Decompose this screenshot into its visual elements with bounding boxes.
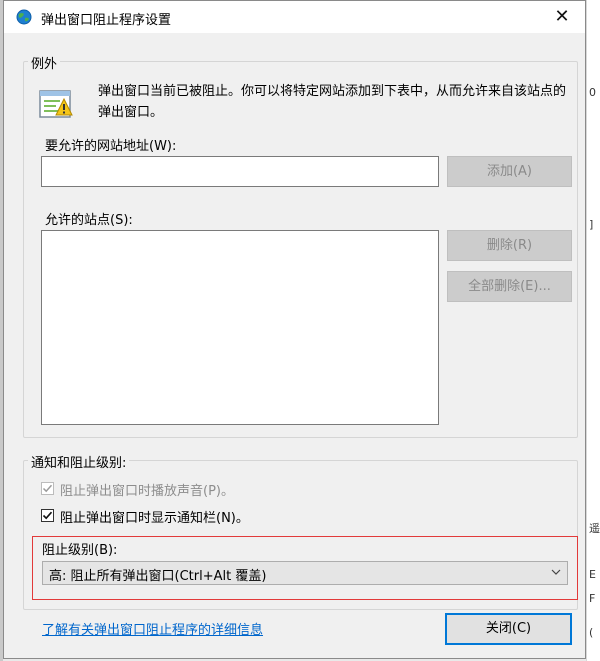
background-text: ] bbox=[589, 218, 594, 231]
notifications-legend: 通知和阻止级别: bbox=[28, 452, 130, 471]
show-notification-bar-label: 阻止弹出窗口时显示通知栏(N)。 bbox=[60, 511, 249, 526]
window-title: 弹出窗口阻止程序设置 bbox=[41, 13, 172, 28]
ie-globe-icon bbox=[16, 9, 32, 25]
background-window-right bbox=[586, 0, 600, 661]
address-label: 要允许的网站地址(W): bbox=[45, 139, 177, 154]
exceptions-legend: 例外 bbox=[28, 53, 61, 72]
background-text: E bbox=[589, 568, 596, 581]
blocking-level-select[interactable]: 高: 阻止所有弹出窗口(Ctrl+Alt 覆盖) bbox=[42, 561, 568, 585]
show-notification-bar-checkbox[interactable] bbox=[41, 509, 54, 522]
background-text: 0 bbox=[589, 86, 596, 99]
learn-more-link[interactable]: 了解有关弹出窗口阻止程序的详细信息 bbox=[42, 619, 263, 638]
play-sound-option[interactable]: 阻止弹出窗口时播放声音(P)。 bbox=[41, 480, 341, 499]
blocking-level-label: 阻止级别(B): bbox=[42, 543, 118, 558]
allowed-sites-label: 允许的站点(S): bbox=[45, 213, 133, 228]
remove-button[interactable]: 删除(R) bbox=[447, 230, 572, 261]
popup-blocked-icon bbox=[38, 85, 76, 123]
title-bar[interactable]: 弹出窗口阻止程序设置 ✕ bbox=[4, 1, 585, 33]
blocking-level-value: 高: 阻止所有弹出窗口(Ctrl+Alt 覆盖) bbox=[49, 569, 267, 584]
close-icon[interactable]: ✕ bbox=[539, 1, 585, 33]
chevron-down-icon bbox=[551, 565, 561, 582]
show-notification-bar-option[interactable]: 阻止弹出窗口时显示通知栏(N)。 bbox=[41, 507, 341, 526]
checkmark-icon bbox=[42, 484, 53, 493]
background-text: F bbox=[589, 592, 596, 605]
background-text: ( bbox=[589, 626, 594, 639]
exceptions-description: 弹出窗口当前已被阻止。你可以将特定网站添加到下表中，从而允许来自该站点的弹出窗口… bbox=[98, 84, 567, 120]
remove-all-button[interactable]: 全部删除(E)... bbox=[447, 271, 572, 302]
checkmark-icon bbox=[42, 511, 53, 520]
allowed-sites-list[interactable] bbox=[41, 230, 439, 425]
website-address-input[interactable] bbox=[41, 156, 439, 187]
close-button[interactable]: 关闭(C) bbox=[445, 613, 572, 645]
popup-blocker-dialog: 弹出窗口阻止程序设置 ✕ 例外 弹出窗口当前已被阻止。你可以将特定网站添加到下表… bbox=[3, 0, 586, 659]
add-button[interactable]: 添加(A) bbox=[447, 156, 572, 187]
play-sound-checkbox[interactable] bbox=[41, 482, 54, 495]
background-text: 遥 bbox=[589, 522, 600, 535]
play-sound-label: 阻止弹出窗口时播放声音(P)。 bbox=[60, 484, 234, 499]
